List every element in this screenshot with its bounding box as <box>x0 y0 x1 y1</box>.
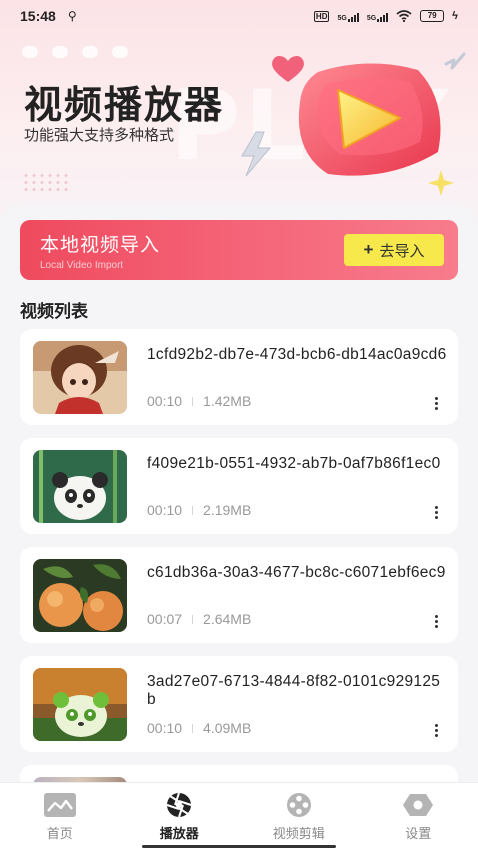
bottom-tab-bar: 首页 播放器 视频剪辑 设置 <box>0 782 478 850</box>
spark-icon <box>444 52 466 70</box>
tab-settings-label: 设置 <box>405 826 432 841</box>
video-duration: 00:10 <box>147 502 183 518</box>
more-options-icon[interactable] <box>428 502 444 522</box>
video-thumbnail <box>33 341 127 414</box>
video-size: 4.09MB <box>203 720 252 736</box>
page-title: 视频播放器 <box>24 85 225 127</box>
video-name: 1cfd92b2-db7e-473d-bcb6-db14ac0a9cd6 <box>147 346 447 363</box>
plus-icon: + <box>363 240 374 259</box>
home-indicator[interactable] <box>142 845 336 848</box>
video-duration: 00:07 <box>147 611 183 627</box>
more-options-icon[interactable] <box>428 611 444 631</box>
tab-player-label: 播放器 <box>159 826 199 841</box>
aperture-icon <box>166 792 192 818</box>
hero-dot-grid <box>22 172 72 192</box>
more-options-icon[interactable] <box>428 393 444 413</box>
status-time: 15:48 <box>20 8 56 24</box>
more-options-icon[interactable] <box>428 720 444 740</box>
video-thumbnail <box>33 668 127 741</box>
tab-video-edit[interactable]: 视频剪辑 <box>239 783 359 850</box>
video-name: 3ad27e07-6713-4844-8f82-0101c929125b <box>147 673 441 708</box>
import-button[interactable]: + 去导入 <box>344 234 444 266</box>
video-duration: 00:10 <box>147 720 183 736</box>
video-list-item[interactable]: 3ad27e07-6713-4844-8f82-0101c929125b 00:… <box>20 656 458 752</box>
charging-icon: ϟ <box>452 10 458 22</box>
video-list-item[interactable]: f409e21b-0551-4932-ab7b-0af7b86f1ec0 00:… <box>20 438 458 534</box>
play-pillow-illustration <box>298 63 441 176</box>
tab-home-label: 首页 <box>46 826 73 841</box>
tab-player[interactable]: 播放器 <box>120 783 240 850</box>
video-thumbnail <box>33 450 127 523</box>
tab-settings[interactable]: 设置 <box>359 783 478 850</box>
wifi-icon <box>396 10 412 22</box>
import-banner-title: 本地视频导入 <box>40 235 161 256</box>
star-icon <box>428 170 454 196</box>
video-size: 2.19MB <box>203 502 252 518</box>
usb-icon: ⚲ <box>67 9 77 23</box>
signal-5g-icon-2: 5G <box>367 10 389 22</box>
video-meta: 00:10 4.09MB <box>147 720 251 736</box>
import-banner-subtitle: Local Video Import <box>40 260 124 271</box>
video-thumbnail <box>33 559 127 632</box>
status-bar: 15:48 ⚲ HD 5G 5G 79 ϟ <box>0 0 478 32</box>
video-name: c61db36a-30a3-4677-bc8c-c6071ebf6ec9 <box>147 564 446 581</box>
tab-home[interactable]: 首页 <box>0 783 120 850</box>
hero-dot-row <box>22 46 128 58</box>
video-meta: 00:10 2.19MB <box>147 502 251 518</box>
video-list-item[interactable]: 1cfd92b2-db7e-473d-bcb6-db14ac0a9cd6 00:… <box>20 329 458 425</box>
video-name: f409e21b-0551-4932-ab7b-0af7b86f1ec0 <box>147 455 441 472</box>
tab-video-edit-label: 视频剪辑 <box>272 826 325 841</box>
video-size: 1.42MB <box>203 393 252 409</box>
signal-5g-icon-1: 5G <box>337 10 359 22</box>
home-chart-icon <box>43 793 76 817</box>
video-duration: 00:10 <box>147 393 183 409</box>
lightning-icon <box>241 131 272 177</box>
video-size: 2.64MB <box>203 611 252 627</box>
video-meta: 00:10 1.42MB <box>147 393 251 409</box>
settings-hex-icon <box>403 794 434 816</box>
import-button-label: 去导入 <box>379 242 425 260</box>
page-subtitle: 功能强大支持多种格式 <box>24 127 175 144</box>
video-list-item[interactable]: c61db36a-30a3-4677-bc8c-c6071ebf6ec9 00:… <box>20 547 458 643</box>
film-reel-icon <box>286 793 311 817</box>
video-meta: 00:07 2.64MB <box>147 611 251 627</box>
battery-icon: 79 <box>420 10 445 22</box>
hd-icon: HD <box>313 10 330 22</box>
video-list-title: 视频列表 <box>20 302 88 321</box>
